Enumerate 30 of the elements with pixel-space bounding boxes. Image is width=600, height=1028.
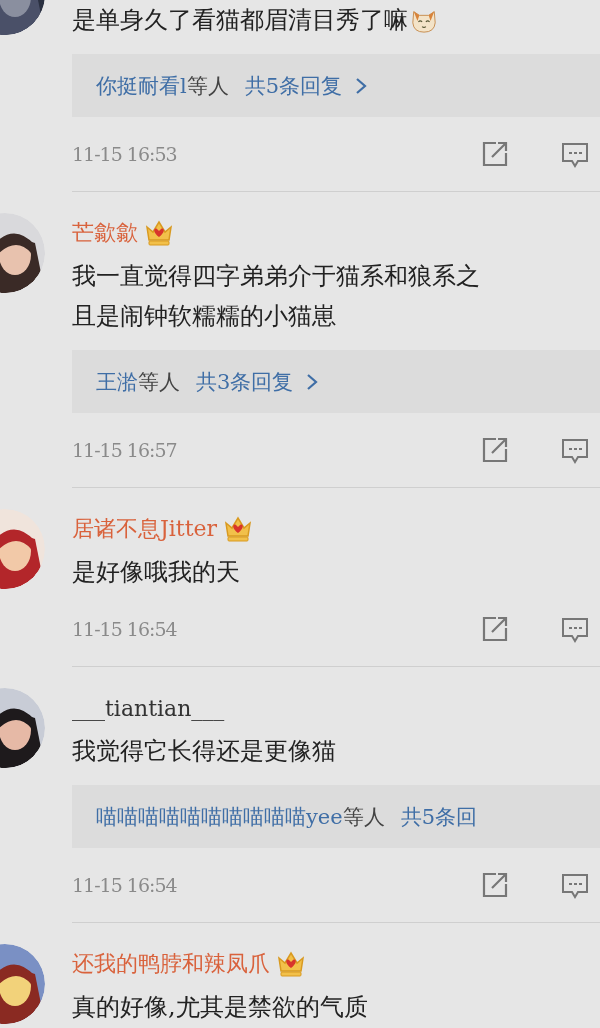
timestamp: 11-15 16:54	[72, 618, 178, 640]
replies-panel[interactable]: 你挺耐看l等人 共5条回复	[72, 54, 600, 117]
timestamp: 11-15 16:57	[72, 439, 178, 461]
comment-text: 且是闹钟软糯糯的小猫崽	[72, 301, 336, 332]
reply-suffix: 等人	[138, 368, 180, 396]
reply-suffix: 等人	[342, 803, 385, 831]
comment-text: 我一直觉得四字弟弟介于猫系和狼系之	[72, 261, 480, 292]
reply-author-link[interactable]: 王湁	[96, 367, 138, 396]
reply-count-link[interactable]: 共5条回	[400, 802, 478, 831]
share-icon[interactable]	[480, 614, 510, 644]
reply-suffix: 等人	[186, 72, 229, 100]
comment-text: 是单身久了看猫都眉清目秀了嘛	[72, 5, 408, 36]
reply-count-link[interactable]: 共3条回复	[196, 367, 294, 396]
user-name[interactable]: ___tiantian___	[72, 695, 225, 721]
user-name[interactable]: 居诸不息Jitter	[72, 514, 218, 544]
reply-author-link[interactable]: 喵喵喵喵喵喵喵喵喵喵yee	[96, 802, 343, 831]
comment-text: 我觉得它长得还是更像猫	[72, 736, 336, 767]
comment-text: 是好像哦我的天	[72, 557, 240, 588]
reply-author-link[interactable]: 你挺耐看l	[96, 71, 187, 100]
comment-text: 真的好像,尤其是禁欲的气质	[72, 992, 368, 1023]
replies-panel[interactable]: 喵喵喵喵喵喵喵喵喵喵yee等人 共5条回	[72, 785, 600, 848]
replies-panel[interactable]: 王湁等人 共3条回复	[72, 350, 600, 413]
user-name[interactable]: 还我的鸭脖和辣凤爪	[72, 949, 270, 979]
share-icon[interactable]	[480, 139, 510, 169]
share-icon[interactable]	[480, 870, 510, 900]
timestamp: 11-15 16:53	[72, 143, 178, 165]
share-icon[interactable]	[480, 435, 510, 465]
timestamp: 11-15 16:54	[72, 874, 178, 896]
reply-count-link[interactable]: 共5条回复	[244, 71, 343, 100]
user-name[interactable]: 芒歙歙	[72, 218, 138, 248]
